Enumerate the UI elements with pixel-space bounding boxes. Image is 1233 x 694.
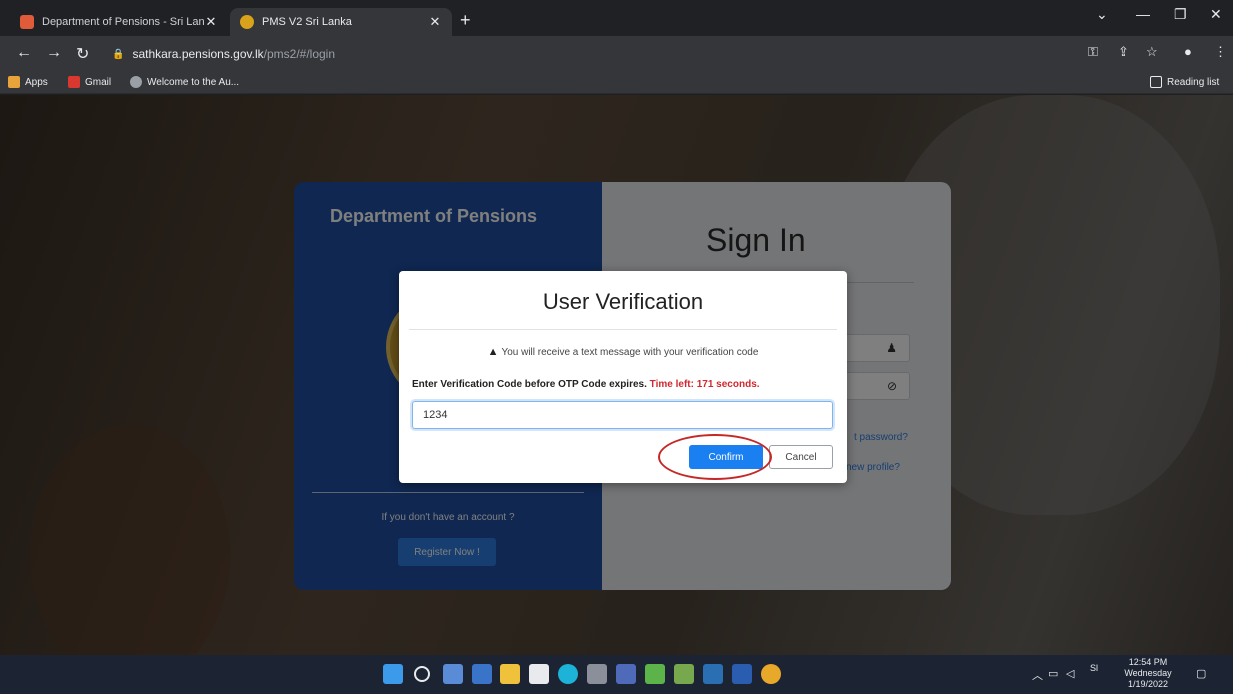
browser-tab-bar: Department of Pensions - Sri Lan ✕ PMS V… <box>0 0 1233 36</box>
start-icon[interactable] <box>383 664 403 684</box>
cancel-button[interactable]: Cancel <box>769 445 833 469</box>
bookmark-apps[interactable]: Apps <box>8 76 48 88</box>
bookmarks-bar: Apps Gmail Welcome to the Au... Reading … <box>0 72 1233 94</box>
notifications-icon[interactable]: ▢ <box>1196 667 1206 680</box>
close-tab-icon[interactable]: ✕ <box>204 14 218 30</box>
bookmark-label: Welcome to the Au... <box>147 76 240 88</box>
app-icon-1[interactable] <box>587 664 607 684</box>
edge-icon[interactable] <box>558 664 578 684</box>
url-path: /pms2/#/login <box>263 47 336 61</box>
search-icon[interactable] <box>414 666 430 682</box>
task-view-icon[interactable] <box>443 664 463 684</box>
warning-icon: ▲ <box>487 346 499 358</box>
chrome-icon[interactable] <box>761 664 781 684</box>
divider <box>409 329 837 330</box>
tab-pms-v2[interactable]: PMS V2 Sri Lanka ✕ <box>230 8 452 36</box>
clock-day: Wednesday <box>1124 668 1172 678</box>
verification-notice: ▲ You will receive a text message with yo… <box>399 346 847 358</box>
page-content: Department of Pensions If you don't have… <box>0 95 1233 655</box>
store-icon[interactable] <box>529 664 549 684</box>
bookmark-label: Apps <box>25 76 48 88</box>
app-icon-2[interactable] <box>616 664 636 684</box>
otp-instruction: Enter Verification Code before OTP Code … <box>412 379 760 390</box>
network-icon[interactable]: ▭ <box>1048 667 1058 680</box>
reading-list-icon <box>1150 76 1162 88</box>
app-icon-4[interactable] <box>674 664 694 684</box>
language-indicator[interactable]: Sl <box>1090 663 1098 673</box>
tab-search-chevron-icon[interactable]: ⌄ <box>1096 6 1108 23</box>
new-tab-button[interactable]: + <box>460 10 471 31</box>
close-window-icon[interactable]: ✕ <box>1210 6 1222 23</box>
gmail-icon <box>68 76 80 88</box>
reload-icon[interactable]: ↻ <box>76 44 89 64</box>
pensions-favicon-icon <box>20 15 34 29</box>
tab-department-of-pensions[interactable]: Department of Pensions - Sri Lan ✕ <box>10 8 228 36</box>
address-bar[interactable]: 🔒 sathkara.pensions.gov.lk /pms2/#/login <box>108 42 1178 66</box>
key-icon[interactable]: ⚿ <box>1088 44 1098 60</box>
back-icon[interactable]: ← <box>16 44 32 62</box>
tray-chevron-icon[interactable]: ︿ <box>1032 667 1043 683</box>
browser-toolbar: ← → ↻ 🔒 sathkara.pensions.gov.lk /pms2/#… <box>0 36 1233 72</box>
notice-text: You will receive a text message with you… <box>501 347 759 358</box>
volume-icon[interactable]: ◁ <box>1066 667 1074 680</box>
apps-grid-icon <box>8 76 20 88</box>
clock-date: 1/19/2022 <box>1127 679 1169 689</box>
otp-timer: Time left: 171 seconds. <box>649 379 760 390</box>
user-verification-modal: User Verification ▲ You will receive a te… <box>399 271 847 483</box>
clock-time: 12:54 PM <box>1128 657 1168 667</box>
file-explorer-icon[interactable] <box>500 664 520 684</box>
word-icon[interactable] <box>732 664 752 684</box>
bookmark-gmail[interactable]: Gmail <box>68 76 111 88</box>
maximize-icon[interactable]: ❐ <box>1174 6 1187 23</box>
app-icon-3[interactable] <box>645 664 665 684</box>
url-host: sathkara.pensions.gov.lk <box>132 47 264 61</box>
taskbar-clock[interactable]: 12:54 PM Wednesday 1/19/2022 <box>1124 657 1172 690</box>
tab-title: PMS V2 Sri Lanka <box>262 16 352 28</box>
widgets-icon[interactable] <box>472 664 492 684</box>
photos-icon[interactable] <box>703 664 723 684</box>
verification-code-input[interactable] <box>410 399 835 431</box>
menu-icon[interactable]: ⋮ <box>1214 44 1227 60</box>
tab-title: Department of Pensions - Sri Lan <box>42 16 204 28</box>
pms-favicon-icon <box>240 15 254 29</box>
lock-icon: 🔒 <box>112 48 125 60</box>
bookmark-label: Gmail <box>85 76 112 88</box>
instruction-text: Enter Verification Code before OTP Code … <box>412 379 647 390</box>
reading-list-label: Reading list <box>1167 76 1220 88</box>
reading-list[interactable]: Reading list <box>1150 76 1219 88</box>
star-icon[interactable]: ☆ <box>1146 44 1158 60</box>
confirm-button[interactable]: Confirm <box>689 445 763 469</box>
close-tab-icon[interactable]: ✕ <box>428 14 442 30</box>
modal-title: User Verification <box>542 289 704 314</box>
forward-icon[interactable]: → <box>46 44 62 62</box>
minimize-icon[interactable]: — <box>1136 6 1150 22</box>
profile-icon[interactable]: ● <box>1184 44 1192 59</box>
globe-icon <box>130 76 142 88</box>
share-icon[interactable]: ⇪ <box>1118 44 1129 60</box>
bookmark-welcome[interactable]: Welcome to the Au... <box>130 76 239 88</box>
windows-taskbar: ︿ ▭ ◁ Sl 12:54 PM Wednesday 1/19/2022 ▢ <box>0 655 1233 694</box>
